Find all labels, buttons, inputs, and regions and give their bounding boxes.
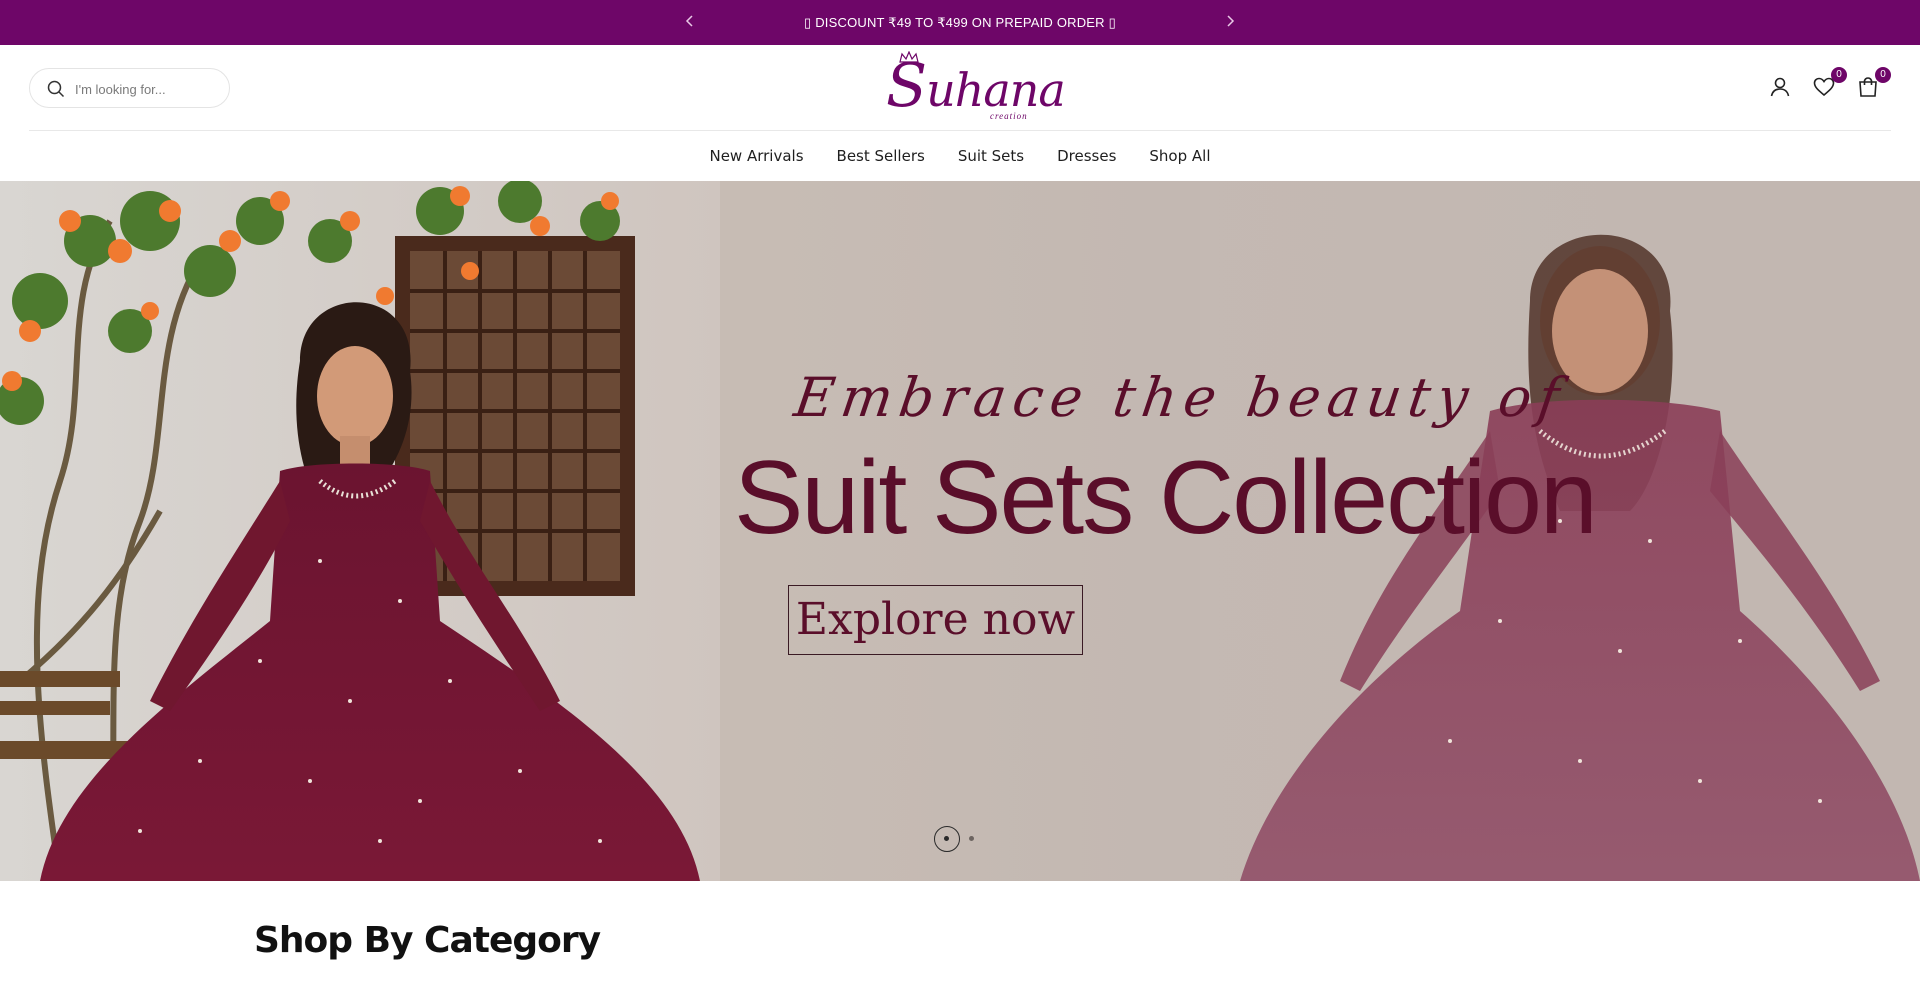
cart-count-badge: 0	[1875, 67, 1891, 83]
announcement-bar: ▯ DISCOUNT ₹49 TO ₹499 ON PREPAID ORDER …	[0, 0, 1920, 45]
nav-best-sellers[interactable]: Best Sellers	[837, 147, 925, 165]
logo-subtitle: creation	[990, 111, 1028, 121]
nav-suit-sets[interactable]: Suit Sets	[958, 147, 1024, 165]
search-icon	[47, 80, 65, 98]
main-nav: New Arrivals Best Sellers Suit Sets Dres…	[0, 131, 1920, 181]
slide-dot-1[interactable]	[934, 826, 960, 852]
explore-now-button[interactable]: Explore now	[788, 585, 1083, 655]
logo-wordmark: Suhana	[886, 56, 1066, 117]
announcement-prev-button[interactable]	[678, 10, 702, 34]
chevron-left-icon	[685, 15, 693, 27]
wishlist-count-badge: 0	[1831, 67, 1847, 83]
cart-button[interactable]: 0	[1856, 67, 1891, 99]
wishlist-button[interactable]: 0	[1812, 67, 1847, 99]
nav-dresses[interactable]: Dresses	[1057, 147, 1116, 165]
announcement-next-button[interactable]	[1218, 10, 1242, 34]
hero-headline: Suit Sets Collection	[734, 440, 1598, 556]
chevron-right-icon	[1227, 15, 1235, 27]
hero-tagline: Embrace the beauty of	[790, 366, 1570, 429]
logo-initial: S	[886, 51, 927, 121]
logo-rest: uhana	[926, 63, 1066, 117]
hero-banner[interactable]: Embrace the beauty of Suit Sets Collecti…	[0, 181, 1920, 881]
site-header: Suhana creation 0 0	[0, 45, 1920, 130]
search-input[interactable]	[75, 77, 215, 101]
site-logo[interactable]: Suhana creation	[878, 51, 1066, 121]
account-button[interactable]	[1768, 75, 1792, 99]
shop-by-category-title: Shop By Category	[254, 920, 601, 961]
nav-shop-all[interactable]: Shop All	[1149, 147, 1210, 165]
announcement-message: ▯ DISCOUNT ₹49 TO ₹499 ON PREPAID ORDER …	[804, 15, 1116, 30]
nav-new-arrivals[interactable]: New Arrivals	[709, 147, 803, 165]
search-box[interactable]	[29, 68, 230, 108]
account-icon	[1770, 77, 1790, 97]
slide-dot-2[interactable]	[969, 836, 974, 841]
